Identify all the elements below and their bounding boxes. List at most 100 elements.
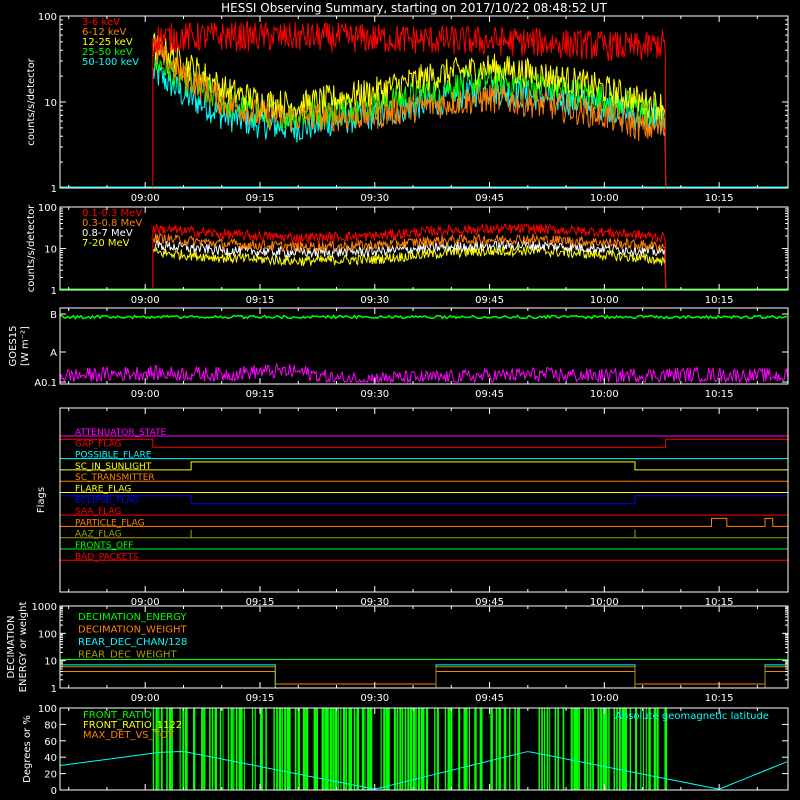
front-ratio-bar <box>404 708 407 790</box>
goes-ylabel-units: [W m⁻²] <box>20 326 31 366</box>
series-decimation-weight <box>60 671 788 685</box>
front-ratio-bar <box>415 708 417 790</box>
front-ratio-bar <box>490 708 493 790</box>
front-ratio-bar <box>364 708 366 790</box>
front-ratio-bar <box>227 708 230 790</box>
flag-label: FLARE_FLAG <box>75 485 131 495</box>
front-ratio-bar <box>348 708 352 790</box>
y-tick-label: 1 <box>51 184 57 195</box>
front-ratio-bar <box>468 708 470 790</box>
front-ratio-bar <box>214 708 217 790</box>
decimation-panel: 09:00 09:15 09:30 09:45 10:00 10:15 1 10 100 1000… <box>6 602 789 704</box>
front-ratio-bar <box>337 708 339 790</box>
front-ratio-bar <box>343 708 346 790</box>
front-ratio-bar <box>388 708 390 790</box>
front-ratio-bar <box>479 708 483 790</box>
front-ratio-bar <box>426 708 429 790</box>
front-ratio-bar <box>335 708 338 790</box>
front-ratio-bar <box>407 708 410 790</box>
front-ratio-bar <box>329 708 332 790</box>
y-tick-label: 40 <box>44 753 57 764</box>
y-tick-label: 1 <box>51 684 57 695</box>
y-tick-label: 10 <box>44 245 57 256</box>
flag-label: SC_IN_SUNLIGHT <box>75 462 152 472</box>
front-ratio-bar <box>509 708 511 790</box>
flag-label: AAZ_FLAG <box>75 530 122 540</box>
time-tick-label: 09:00 <box>131 389 160 400</box>
time-tick-label: 10:15 <box>705 295 734 306</box>
front-ratio-bar <box>238 708 242 790</box>
flag-line <box>60 461 788 471</box>
front-ratio-bar <box>254 708 256 790</box>
front-ratio-bar <box>203 708 206 790</box>
series-0-8-7-mev <box>152 239 667 291</box>
front-ratio-bar <box>399 708 402 790</box>
front-ratio-bar <box>294 708 297 790</box>
front-ratio-bar <box>495 708 498 790</box>
front-ratio-bar <box>546 708 549 790</box>
front-ratio-bar <box>597 708 600 790</box>
front-ratio-bar <box>276 708 278 790</box>
front-ratio-bar <box>361 708 364 790</box>
flag-label: PARTICLE_FLAG <box>75 518 145 528</box>
front-ratio-bar <box>592 708 594 790</box>
front-ratio-bar <box>458 708 461 790</box>
ratio-panel: 020406080100Degrees or % FRONT_RATIOFRONT… <box>22 704 789 797</box>
front-ratio-bar <box>586 708 589 790</box>
y-tick-label: 10 <box>44 657 57 668</box>
time-tick-label: 09:00 <box>131 295 160 306</box>
front-ratio-bar <box>589 708 592 790</box>
y-tick-label: 100 <box>38 203 57 214</box>
front-ratio-bar <box>219 708 222 790</box>
time-tick-label: 09:15 <box>246 295 275 306</box>
front-ratio-bar <box>549 708 551 790</box>
front-ratio-bar <box>201 708 204 790</box>
flags-time-ticks: 09:00 09:15 09:30 09:45 10:00 10:15 <box>68 408 758 608</box>
series-rear-dec-weight <box>60 666 788 689</box>
front-ratio-bar <box>543 708 546 790</box>
front-ratio-bar <box>305 708 309 790</box>
panels: 09:00 09:15 09:30 09:45 10:00 10:15110100coun… <box>6 12 789 797</box>
front-ratio-bar <box>396 708 399 790</box>
front-ratio-bar <box>273 708 275 790</box>
front-ratio-bar <box>436 708 439 790</box>
front-ratio-bar <box>570 708 573 790</box>
front-ratio-bar <box>498 708 501 790</box>
legend-entry: 50-100 keV <box>82 57 139 68</box>
front-ratio-bar <box>222 708 224 790</box>
front-ratio-bar <box>393 708 396 790</box>
decimation-ylabel: DECIMATION <box>6 615 17 678</box>
front-ratio-bar <box>233 708 235 790</box>
front-ratio-bar <box>573 708 577 790</box>
front-ratio-bar <box>554 708 557 790</box>
front-ratio-bar <box>562 708 565 790</box>
flag-label: SAA_FLAG <box>75 507 121 517</box>
y-tick-label: 100 <box>38 12 57 23</box>
flag-line <box>60 529 788 539</box>
front-ratio-bar <box>367 708 370 790</box>
series-0-3-0-8-mev <box>152 232 667 291</box>
front-ratio-bar <box>608 708 610 790</box>
front-ratio-bar <box>517 708 520 790</box>
legend-entry: REAR_DEC_WEIGHT <box>78 650 177 661</box>
y-tick-label: A <box>50 348 57 359</box>
y-tick-label: 100 <box>38 704 57 715</box>
front-ratio-bar <box>211 708 214 790</box>
time-tick-label: 09:15 <box>246 693 275 704</box>
time-tick-label: 09:30 <box>360 193 389 204</box>
time-tick-label: 10:15 <box>705 389 734 400</box>
goes-panel: A0.1 A B 09:00 09:15 09:30 09:45 10:00 10:15 GOES… <box>8 307 789 400</box>
front-ratio-bar <box>369 708 373 790</box>
legend-entry: 7-20 MeV <box>82 238 130 249</box>
y-tick-label: 1 <box>51 286 57 297</box>
time-tick-label: 09:00 <box>131 193 160 204</box>
front-ratio-bar <box>503 708 507 790</box>
goes-frame <box>59 307 789 385</box>
front-ratio-bar <box>401 708 404 790</box>
flag-label: POSSIBLE_FLARE <box>75 451 152 461</box>
front-ratio-bar <box>281 708 283 790</box>
front-ratio-bar <box>284 708 287 790</box>
front-ratio-bar <box>340 708 342 790</box>
time-tick-label: 10:00 <box>590 295 619 306</box>
time-tick-label: 09:15 <box>246 389 275 400</box>
